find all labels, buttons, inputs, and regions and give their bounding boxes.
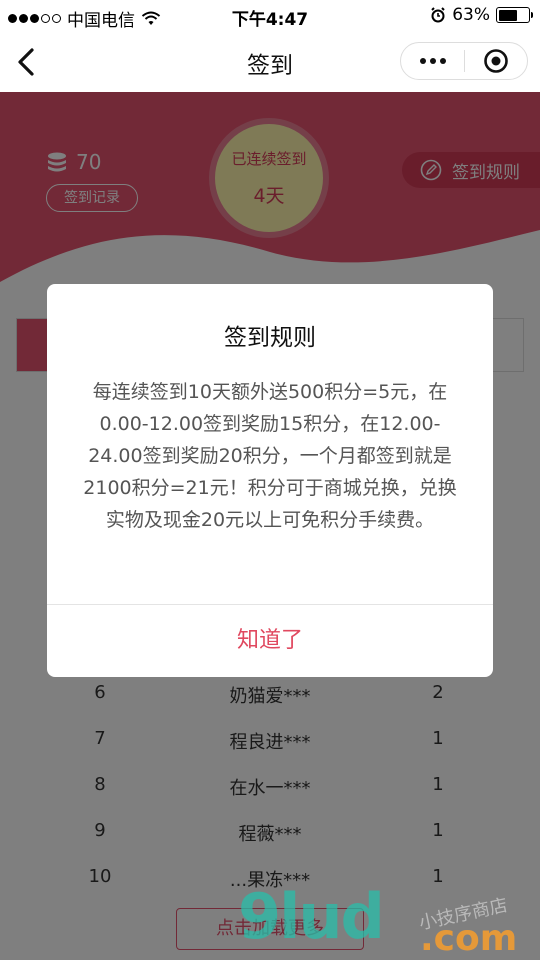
status-right: 63% xyxy=(430,5,533,25)
target-circle-icon xyxy=(484,49,508,73)
close-miniapp-button[interactable] xyxy=(465,48,527,74)
watermark-logo: 9lud xyxy=(238,880,385,953)
rules-dialog: 签到规则 每连续签到10天额外送500积分=5元，在0.00-12.00签到奖励… xyxy=(47,284,493,677)
watermark-domain: .com xyxy=(420,918,518,959)
miniapp-capsule xyxy=(400,42,528,80)
alarm-icon xyxy=(431,7,445,23)
battery-fill xyxy=(498,9,517,21)
dialog-body: 每连续签到10天额外送500积分=5元，在0.00-12.00签到奖励15积分，… xyxy=(83,381,457,531)
status-bar: 中国电信 下午4:47 63% xyxy=(0,0,540,32)
battery-icon xyxy=(496,7,533,23)
nav-bar: 签到 xyxy=(0,32,540,92)
dialog-title: 签到规则 xyxy=(224,325,316,351)
battery-percent: 63% xyxy=(452,5,490,25)
more-dots-icon[interactable] xyxy=(401,58,464,64)
dialog-ok-button[interactable]: 知道了 xyxy=(47,605,493,677)
